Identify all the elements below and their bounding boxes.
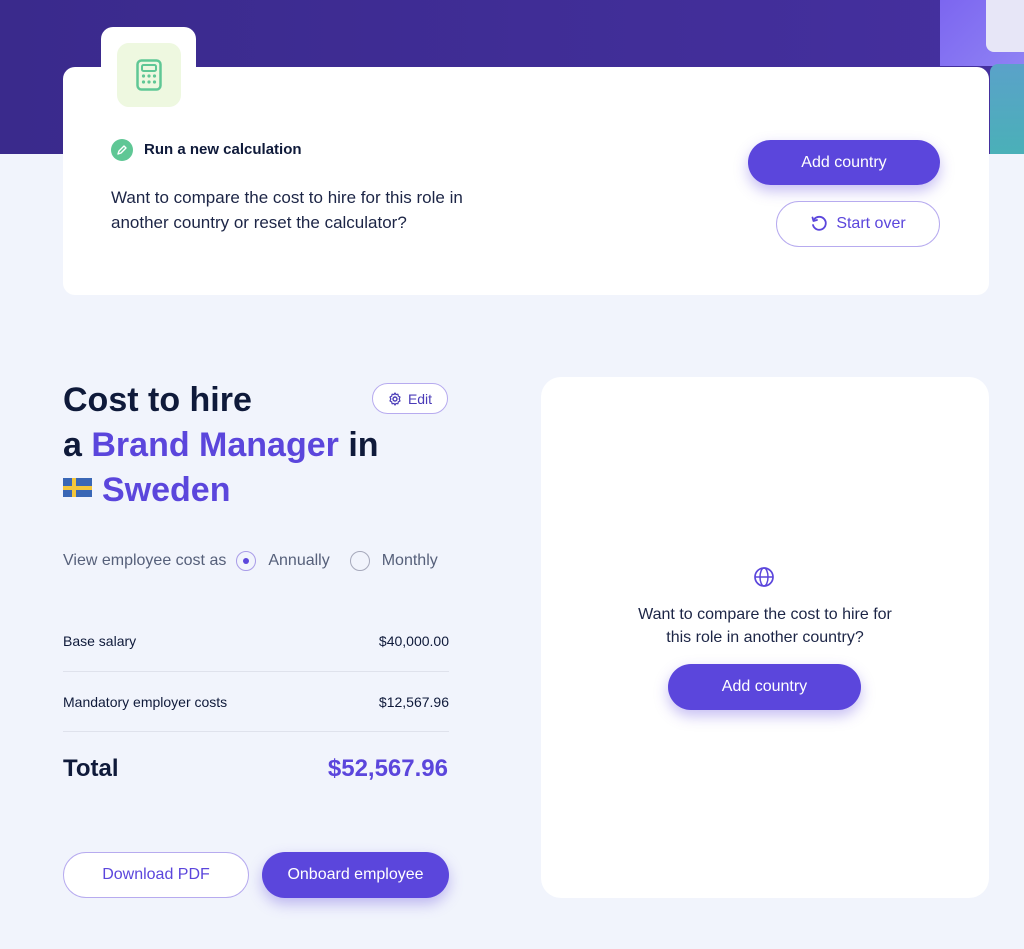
cost-row-value: $40,000.00 bbox=[378, 633, 449, 649]
add-country-button[interactable]: Add country bbox=[748, 140, 940, 185]
cost-row: Base salary $40,000.00 bbox=[63, 633, 449, 649]
start-over-label: Start over bbox=[836, 215, 906, 232]
divider bbox=[63, 671, 449, 672]
gear-icon bbox=[389, 391, 401, 406]
divider bbox=[63, 731, 449, 732]
cost-title-connector: in bbox=[348, 426, 379, 464]
onboard-employee-button[interactable]: Onboard employee bbox=[262, 852, 449, 898]
download-pdf-button[interactable]: Download PDF bbox=[63, 852, 249, 898]
edit-label: Edit bbox=[407, 390, 433, 407]
period-selector: View employee cost as Annually Monthly bbox=[63, 548, 449, 574]
period-selector-label: View employee cost as bbox=[63, 552, 227, 569]
add-country-button[interactable]: Add country bbox=[668, 664, 861, 710]
cost-title: Cost to hire a Brand Manager in Sweden bbox=[63, 378, 379, 513]
cost-row-label: Mandatory employer costs bbox=[63, 694, 228, 710]
cost-title-article: a bbox=[63, 426, 82, 464]
role-name: Brand Manager bbox=[91, 426, 339, 464]
refresh-icon bbox=[811, 215, 827, 231]
compare-description: Want to compare the cost to hire for thi… bbox=[638, 606, 892, 646]
calculation-heading: Run a new calculation bbox=[144, 141, 302, 158]
cost-title-line-2: a Brand Manager in bbox=[63, 423, 379, 468]
calculator-icon bbox=[117, 43, 181, 107]
cost-row-value: $12,567.96 bbox=[378, 694, 449, 710]
radio-annually-label[interactable]: Annually bbox=[268, 552, 329, 570]
calculation-description: Want to compare the cost to hire for thi… bbox=[111, 188, 463, 232]
sweden-flag-icon bbox=[63, 478, 92, 497]
cost-title-line-3: Sweden bbox=[63, 468, 379, 513]
radio-monthly-label[interactable]: Monthly bbox=[382, 552, 438, 570]
hero-decoration bbox=[990, 64, 1024, 154]
radio-monthly[interactable] bbox=[349, 551, 370, 571]
total-value: $52,567.96 bbox=[327, 755, 448, 782]
hero-decoration bbox=[986, 0, 1024, 52]
country-name: Sweden bbox=[102, 471, 231, 509]
cost-title-line-1: Cost to hire bbox=[63, 381, 252, 419]
edit-button[interactable]: Edit bbox=[372, 383, 448, 414]
cost-row-label: Base salary bbox=[63, 633, 137, 649]
globe-icon bbox=[754, 567, 774, 587]
pencil-icon bbox=[111, 139, 133, 161]
cost-row: Mandatory employer costs $12,567.96 bbox=[63, 694, 449, 710]
start-over-button[interactable]: Start over bbox=[776, 201, 940, 247]
radio-annually[interactable] bbox=[236, 551, 257, 571]
total-label: Total bbox=[63, 755, 119, 782]
